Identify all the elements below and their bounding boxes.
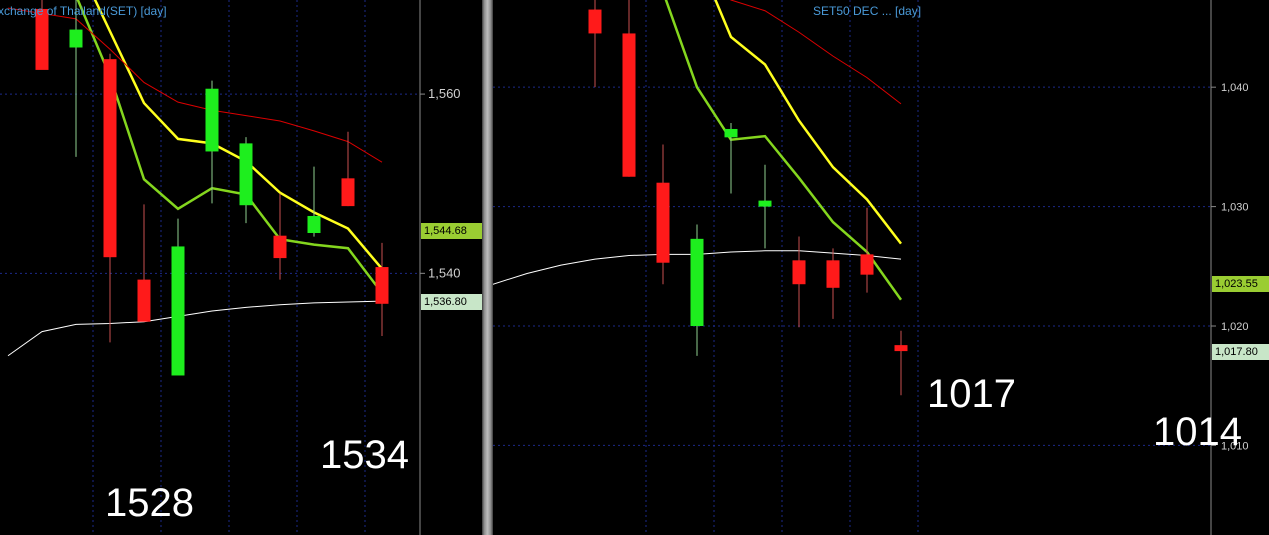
last-price-tag: 1,017.80 xyxy=(1212,344,1269,361)
candle-body[interactable] xyxy=(375,267,389,304)
last-price-tag: 1,023.55 xyxy=(1212,275,1269,292)
y-tick-label: 1,540 xyxy=(428,265,461,280)
candle-body[interactable] xyxy=(205,88,219,152)
candle-body[interactable] xyxy=(656,182,670,263)
series-line xyxy=(7,7,383,163)
candle-body[interactable] xyxy=(860,254,874,275)
candle-body[interactable] xyxy=(35,8,49,70)
candle-body[interactable] xyxy=(171,246,185,376)
panel-splitter[interactable] xyxy=(482,0,493,535)
y-tick-label: 1,560 xyxy=(428,86,461,101)
candle-body[interactable] xyxy=(103,59,117,258)
y-tick-label: 1,040 xyxy=(1221,82,1249,94)
candle-body[interactable] xyxy=(622,33,636,177)
candle-body[interactable] xyxy=(307,215,321,233)
series-line xyxy=(7,300,383,357)
candle-body[interactable] xyxy=(792,260,806,285)
price-annotation: 1017 xyxy=(927,372,1016,416)
candle-body[interactable] xyxy=(341,178,355,207)
candle-body[interactable] xyxy=(690,238,704,327)
chart-title: SET50 DEC ... [day] xyxy=(813,4,922,18)
candle-body[interactable] xyxy=(137,279,151,322)
candle-body[interactable] xyxy=(588,9,602,34)
last-price-tag: 1,536.80 xyxy=(421,294,482,310)
chart-title: xchange of Thailand(SET) [day] xyxy=(0,4,167,18)
price-annotation: 1534 xyxy=(320,433,409,477)
candle-body[interactable] xyxy=(894,345,908,352)
candle-body[interactable] xyxy=(724,128,738,138)
y-tick-label: 1,030 xyxy=(1221,202,1249,214)
candle-body[interactable] xyxy=(239,143,253,206)
y-tick-label: 1,020 xyxy=(1221,321,1249,333)
candle-body[interactable] xyxy=(273,235,287,259)
chart-panel-set[interactable]: 1,540 1,560 xchange of Thailand(SET) [day… xyxy=(0,0,482,535)
set50-chart-svg[interactable]: 1,0101,0201,0301,040 xyxy=(493,0,1269,535)
candle-body[interactable] xyxy=(826,260,840,288)
price-annotation: 1528 xyxy=(105,481,194,525)
candle-body[interactable] xyxy=(69,29,83,48)
price-annotation: 1014 xyxy=(1153,410,1242,454)
candle-body[interactable] xyxy=(758,200,772,207)
chart-panel-set50[interactable]: 1,010 1,020 1,030 1,040 SET50 DEC ... [day]… xyxy=(493,0,1269,535)
last-price-tag: 1,544.68 xyxy=(421,223,482,240)
set-chart-svg[interactable]: 1,540 1,560 xyxy=(0,0,482,535)
